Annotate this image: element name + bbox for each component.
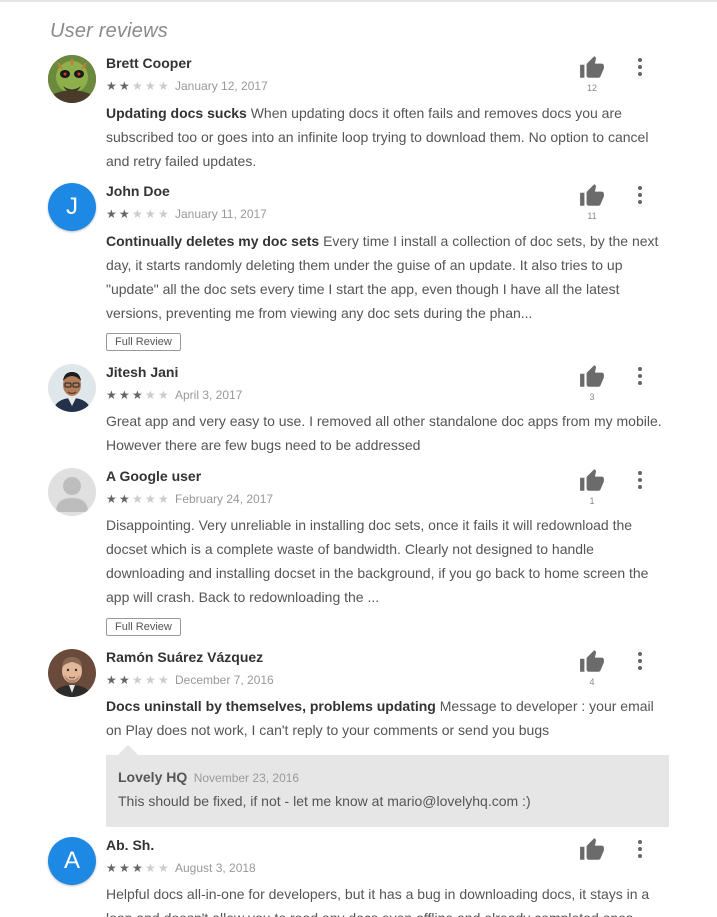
thumb-up-icon[interactable] <box>579 364 605 390</box>
star-filled-icon: ★ <box>106 673 117 687</box>
star-empty-icon: ★ <box>158 207 169 221</box>
star-filled-icon: ★ <box>106 388 117 402</box>
rating-line: ★ ★ ★ ★ ★ February 24, 2017 <box>106 492 273 506</box>
avatar[interactable] <box>48 55 96 103</box>
reply-date: November 23, 2016 <box>193 771 300 785</box>
review-title: Updating docs sucks <box>106 105 247 121</box>
review-date: February 24, 2017 <box>175 492 274 506</box>
thumb-up-icon[interactable] <box>579 55 605 81</box>
review-body: Updating docs sucks When updating docs i… <box>106 101 671 173</box>
full-review-button[interactable]: Full Review <box>106 618 181 636</box>
thumb-up-icon[interactable] <box>579 468 605 494</box>
star-empty-icon: ★ <box>145 79 156 93</box>
section-title: User reviews <box>50 20 168 42</box>
review-date: December 7, 2016 <box>175 673 274 687</box>
more-vert-icon[interactable] <box>630 185 650 205</box>
review-author: Ab. Sh. <box>106 837 155 853</box>
star-filled-icon: ★ <box>132 388 143 402</box>
star-rating: ★ ★ ★ ★ ★ <box>106 389 171 401</box>
review-body: Disappointing. Very unreliable in instal… <box>106 513 671 609</box>
star-empty-icon: ★ <box>158 492 169 506</box>
review-date: January 11, 2017 <box>175 207 267 221</box>
star-rating: ★ ★ ★ ★ ★ <box>106 80 171 92</box>
full-review-button[interactable]: Full Review <box>106 333 181 351</box>
star-empty-icon: ★ <box>145 207 156 221</box>
star-empty-icon: ★ <box>145 673 156 687</box>
helpful-count: 3 <box>589 392 595 402</box>
star-empty-icon: ★ <box>158 388 169 402</box>
star-empty-icon: ★ <box>132 673 143 687</box>
rating-line: ★ ★ ★ ★ ★ January 11, 2017 <box>106 207 267 221</box>
review-title: Continually deletes my doc sets <box>106 233 320 249</box>
star-filled-icon: ★ <box>119 492 130 506</box>
star-filled-icon: ★ <box>119 861 130 875</box>
reply-text: This should be fixed, if not - let me kn… <box>118 793 531 809</box>
top-divider <box>0 0 717 2</box>
developer-reply: Lovely HQ November 23, 2016 This should … <box>106 745 669 827</box>
star-rating: ★ ★ ★ ★ ★ <box>106 493 171 505</box>
star-filled-icon: ★ <box>106 207 117 221</box>
reply-pointer <box>118 745 138 755</box>
star-empty-icon: ★ <box>132 492 143 506</box>
more-vert-icon[interactable] <box>630 366 650 386</box>
avatar[interactable] <box>48 364 96 412</box>
avatar[interactable] <box>48 468 96 516</box>
review-text: Disappointing. Very unreliable in instal… <box>106 517 649 605</box>
star-filled-icon: ★ <box>132 861 143 875</box>
avatar[interactable]: J <box>48 183 96 231</box>
helpful-count: 1 <box>589 496 595 506</box>
thumb-up-icon[interactable] <box>579 183 605 209</box>
review-text: Helpful docs all-in-one for developers, … <box>106 886 650 917</box>
review-date: January 12, 2017 <box>175 79 268 93</box>
star-rating: ★ ★ ★ ★ ★ <box>106 208 171 220</box>
review-text: Great app and very easy to use. I remove… <box>106 413 662 453</box>
star-filled-icon: ★ <box>106 492 117 506</box>
review-author: Ramón Suárez Vázquez <box>106 649 264 665</box>
review-body: Great app and very easy to use. I remove… <box>106 409 671 457</box>
more-vert-icon[interactable] <box>630 651 650 671</box>
star-filled-icon: ★ <box>106 79 117 93</box>
star-rating: ★ ★ ★ ★ ★ <box>106 862 171 874</box>
review-body: Continually deletes my doc sets Every ti… <box>106 229 671 325</box>
helpful-count: 4 <box>589 677 595 687</box>
review-author: John Doe <box>106 183 170 199</box>
review-date: August 3, 2018 <box>175 861 256 875</box>
review-title: Docs uninstall by themselves, problems u… <box>106 698 436 714</box>
review-date: April 3, 2017 <box>175 388 243 402</box>
star-filled-icon: ★ <box>119 79 130 93</box>
star-empty-icon: ★ <box>158 861 169 875</box>
star-empty-icon: ★ <box>158 673 169 687</box>
rating-line: ★ ★ ★ ★ ★ April 3, 2017 <box>106 388 242 402</box>
reply-header: Lovely HQ November 23, 2016 <box>118 769 299 787</box>
rating-line: ★ ★ ★ ★ ★ January 12, 2017 <box>106 79 268 93</box>
star-filled-icon: ★ <box>106 861 117 875</box>
helpful-count: 11 <box>587 211 597 221</box>
more-vert-icon[interactable] <box>630 57 650 77</box>
star-empty-icon: ★ <box>145 861 156 875</box>
star-empty-icon: ★ <box>132 79 143 93</box>
review-author: Brett Cooper <box>106 55 192 71</box>
thumb-up-icon[interactable] <box>579 837 605 863</box>
review-author: Jitesh Jani <box>106 364 179 380</box>
more-vert-icon[interactable] <box>630 470 650 490</box>
star-empty-icon: ★ <box>132 207 143 221</box>
thumb-up-icon[interactable] <box>579 649 605 675</box>
review-body: Helpful docs all-in-one for developers, … <box>106 882 671 917</box>
rating-line: ★ ★ ★ ★ ★ August 3, 2018 <box>106 861 256 875</box>
review-author: A Google user <box>106 468 202 484</box>
star-empty-icon: ★ <box>145 388 156 402</box>
star-filled-icon: ★ <box>119 388 130 402</box>
avatar[interactable]: A <box>48 837 96 885</box>
more-vert-icon[interactable] <box>630 839 650 859</box>
star-empty-icon: ★ <box>145 492 156 506</box>
star-empty-icon: ★ <box>158 79 169 93</box>
rating-line: ★ ★ ★ ★ ★ December 7, 2016 <box>106 673 274 687</box>
star-filled-icon: ★ <box>119 207 130 221</box>
review-body: Docs uninstall by themselves, problems u… <box>106 694 671 742</box>
helpful-count: 12 <box>586 83 597 93</box>
star-filled-icon: ★ <box>119 673 130 687</box>
star-rating: ★ ★ ★ ★ ★ <box>106 674 171 686</box>
avatar[interactable] <box>48 649 96 697</box>
reply-author: Lovely HQ <box>118 769 188 785</box>
